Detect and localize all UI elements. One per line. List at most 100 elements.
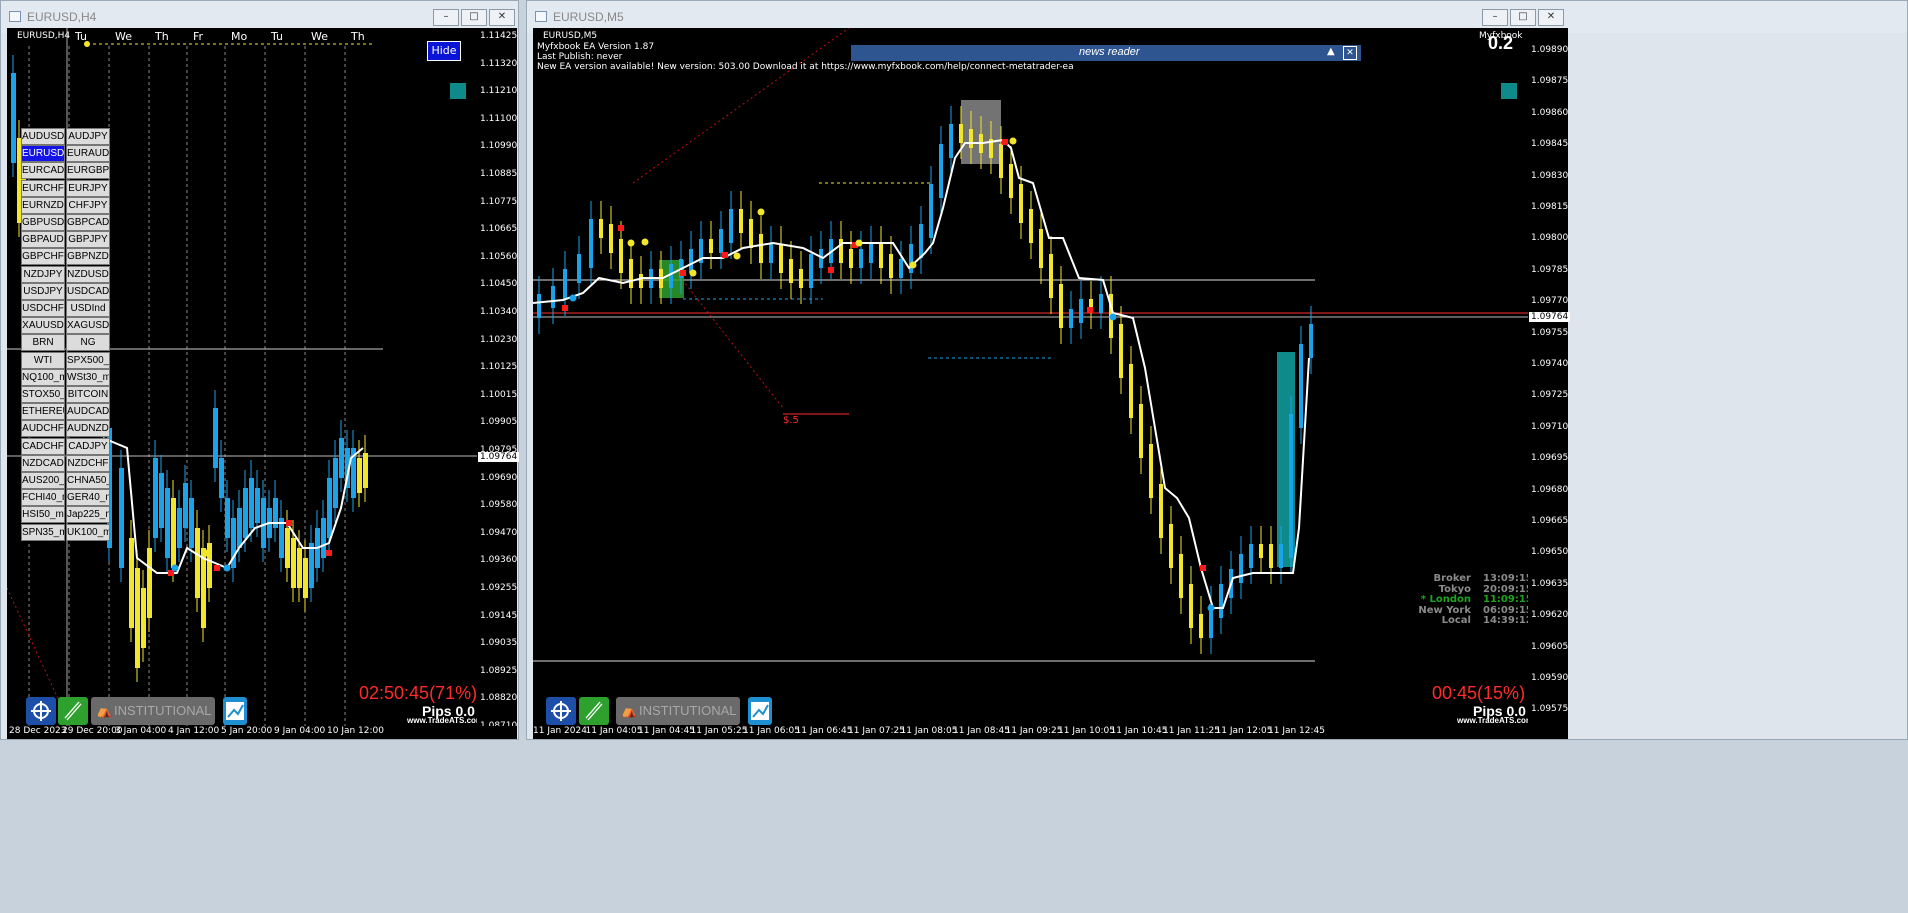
symbol-button[interactable]: GBPNZD <box>66 248 110 266</box>
symbol-button[interactable]: EURCAD <box>21 162 65 180</box>
time-tick-label: 5 Jan 20:00 <box>221 726 273 736</box>
hide-button[interactable]: Hide <box>427 41 461 61</box>
right-chart-window[interactable]: EURUSD,M5 – □ ✕ EURUSD,M5 Myfxbook EA Ve… <box>526 0 1908 740</box>
crosshair-tool-button[interactable] <box>26 697 56 725</box>
signal-dot <box>1109 313 1117 321</box>
symbol-button[interactable]: NZDUSD <box>66 265 110 283</box>
signal-square <box>1200 565 1206 571</box>
link-tool-button[interactable] <box>579 697 609 725</box>
candle-body <box>213 408 218 468</box>
symbol-button[interactable]: WTI <box>21 351 65 369</box>
symbol-button[interactable]: CHNA50_m <box>66 472 110 489</box>
symbol-button[interactable]: NQ100_m <box>21 368 65 386</box>
symbol-button[interactable]: CHFJPY <box>66 196 110 214</box>
symbol-button[interactable]: HSI50_m <box>21 506 65 524</box>
candle-timer: 00:45(15%) <box>1432 683 1526 703</box>
candle-body <box>739 209 743 233</box>
symbol-button[interactable]: USDCAD <box>66 282 110 300</box>
symbol-button[interactable]: BRN <box>21 334 65 352</box>
symbol-button[interactable]: AUDJPY <box>66 128 110 145</box>
symbol-button[interactable]: AUDUSD <box>21 128 65 145</box>
price-tick-label: 1.10775 <box>480 196 518 207</box>
close-button[interactable]: ✕ <box>489 9 515 26</box>
left-chart-area[interactable]: EURUSD,H4 Hide Tu We Th Fr Mo Tu We Th AUDUSD AU… <box>7 28 477 726</box>
symbol-button[interactable]: EURNZD <box>21 196 65 214</box>
symbol-button[interactable]: EURGBP <box>66 162 110 180</box>
ea-update-line: New EA version available! New version: 5… <box>537 62 1074 72</box>
symbol-button[interactable]: NZDCHF <box>66 454 110 472</box>
weekday-label: Fr <box>193 30 204 43</box>
institutional-mode-button[interactable]: ⛺INSTITUTIONAL MODE <box>91 697 215 725</box>
close-icon[interactable]: ✕ <box>1343 46 1357 60</box>
collapse-icon[interactable]: ▲ <box>1327 46 1335 57</box>
institutional-mode-button[interactable]: ⛺INSTITUTIONAL MODE <box>616 697 740 725</box>
left-time-axis[interactable]: 28 Dec 2023 29 Dec 20:00 3 Jan 04:00 4 Jan … <box>7 726 517 739</box>
link-tool-button[interactable] <box>58 697 88 725</box>
symbol-button[interactable]: SPN35_m <box>21 523 65 541</box>
symbol-button[interactable]: GBPCAD <box>66 214 110 231</box>
symbol-button[interactable]: UK100_m <box>66 523 110 541</box>
symbol-button[interactable]: NG <box>66 334 110 352</box>
minimize-button[interactable]: – <box>1482 9 1508 26</box>
signal-dot <box>689 269 697 277</box>
symbol-button[interactable]: USDCHF <box>21 300 65 317</box>
symbol-button[interactable]: BITCOIN <box>66 386 110 403</box>
candle-body <box>177 508 182 548</box>
chart-tool-button[interactable] <box>748 697 772 725</box>
symbol-button[interactable]: EURJPY <box>66 179 110 197</box>
symbol-button[interactable]: EURAUD <box>66 145 110 163</box>
symbol-button[interactable]: Jap225_m <box>66 506 110 524</box>
right-price-axis[interactable]: 1.09890 1.09875 1.09860 1.09845 1.09830 1.098… <box>1528 28 1571 726</box>
symbol-button[interactable]: USDInd <box>66 300 110 317</box>
time-tick-label: 11 Jan 08:05 <box>900 726 958 736</box>
candle-body <box>759 234 763 263</box>
symbol-button[interactable]: WSt30_m <box>66 368 110 386</box>
symbol-button[interactable]: SPX500_m <box>66 351 110 369</box>
symbol-button[interactable]: GBPCHF <box>21 248 65 266</box>
candle-body <box>551 286 555 308</box>
candle-body <box>1129 364 1133 418</box>
candle-body <box>333 458 338 508</box>
right-time-axis[interactable]: 11 Jan 2024 11 Jan 04:05 11 Jan 04:45 11 Ja… <box>533 726 1568 739</box>
price-tick-label: 1.09890 <box>1531 45 1569 55</box>
maximize-button[interactable]: □ <box>461 9 487 26</box>
price-tick-label: 1.11100 <box>480 113 518 124</box>
symbol-button[interactable]: AUDCHF <box>21 420 65 438</box>
right-chart-area[interactable]: EURUSD,M5 Myfxbook EA Version 1.87 Last … <box>533 28 1528 726</box>
candle-body <box>849 249 853 268</box>
symbol-button[interactable]: ETHEREUM <box>21 403 65 421</box>
close-button[interactable]: ✕ <box>1538 9 1564 26</box>
symbol-button[interactable]: GBPAUD <box>21 231 65 249</box>
symbol-button[interactable]: XAGUSD <box>66 317 110 335</box>
price-tick-label: 1.08820 <box>480 693 518 704</box>
crosshair-tool-button[interactable] <box>546 697 576 725</box>
left-price-axis[interactable]: 1.11425 1.11320 1.11210 1.11100 1.10990 1.108… <box>477 28 520 731</box>
symbol-button[interactable]: NZDJPY <box>21 265 65 283</box>
symbol-button[interactable]: XAUUSD <box>21 317 65 335</box>
chart-tool-button[interactable] <box>223 697 247 725</box>
candle-body <box>285 528 290 568</box>
symbol-button[interactable]: CADCHF <box>21 437 65 455</box>
symbol-button[interactable]: AUS200_m <box>21 472 65 489</box>
symbol-button[interactable]: EURCHF <box>21 179 65 197</box>
symbol-button[interactable]: FCHI40_m <box>21 489 65 507</box>
candle-body <box>889 254 893 278</box>
symbol-button[interactable]: GBPJPY <box>66 231 110 249</box>
symbol-button[interactable]: STOX50_m <box>21 386 65 403</box>
left-chart-window[interactable]: EURUSD,H4 – □ ✕ EURUSD,H4 Hide Tu We Th Fr M… <box>0 0 520 740</box>
right-price-chart[interactable] <box>533 28 1528 726</box>
symbol-button[interactable]: NZDCAD <box>21 454 65 472</box>
candle-body <box>949 124 953 158</box>
symbol-button[interactable]: AUDCAD <box>66 403 110 421</box>
symbol-button[interactable]: GER40_m <box>66 489 110 507</box>
symbol-button[interactable]: EURUSD <box>21 145 65 163</box>
minimize-button[interactable]: – <box>433 9 459 26</box>
symbol-button[interactable]: USDJPY <box>21 282 65 300</box>
symbol-button[interactable]: CADJPY <box>66 437 110 455</box>
session-name: Local <box>1441 615 1471 626</box>
candle-body <box>749 219 753 248</box>
news-reader-bar[interactable]: news reader ▲ ✕ <box>851 45 1361 61</box>
symbol-button[interactable]: GBPUSD <box>21 214 65 231</box>
maximize-button[interactable]: □ <box>1510 9 1536 26</box>
symbol-button[interactable]: AUDNZD <box>66 420 110 438</box>
